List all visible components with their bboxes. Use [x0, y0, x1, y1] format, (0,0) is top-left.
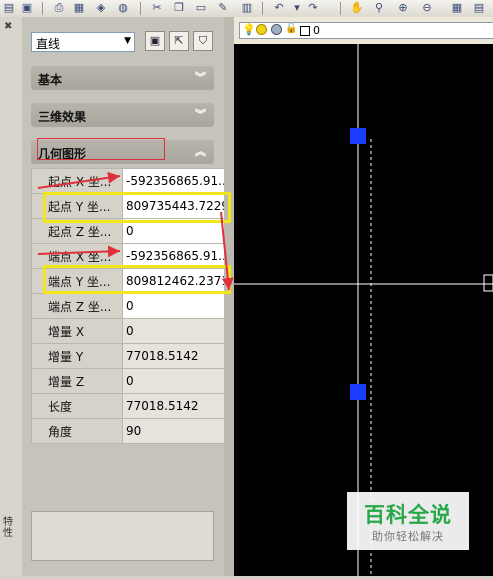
watermark-subtitle: 助你轻松解决 — [372, 530, 444, 543]
annotation-arrow — [37, 171, 121, 189]
annotation-arrow — [220, 211, 234, 291]
annotation-arrow — [37, 245, 121, 258]
annotation-arrows — [37, 171, 234, 291]
watermark-title: 百科全说 — [364, 503, 452, 527]
watermark-logo: 百科全说 助你轻松解决 — [347, 492, 469, 550]
